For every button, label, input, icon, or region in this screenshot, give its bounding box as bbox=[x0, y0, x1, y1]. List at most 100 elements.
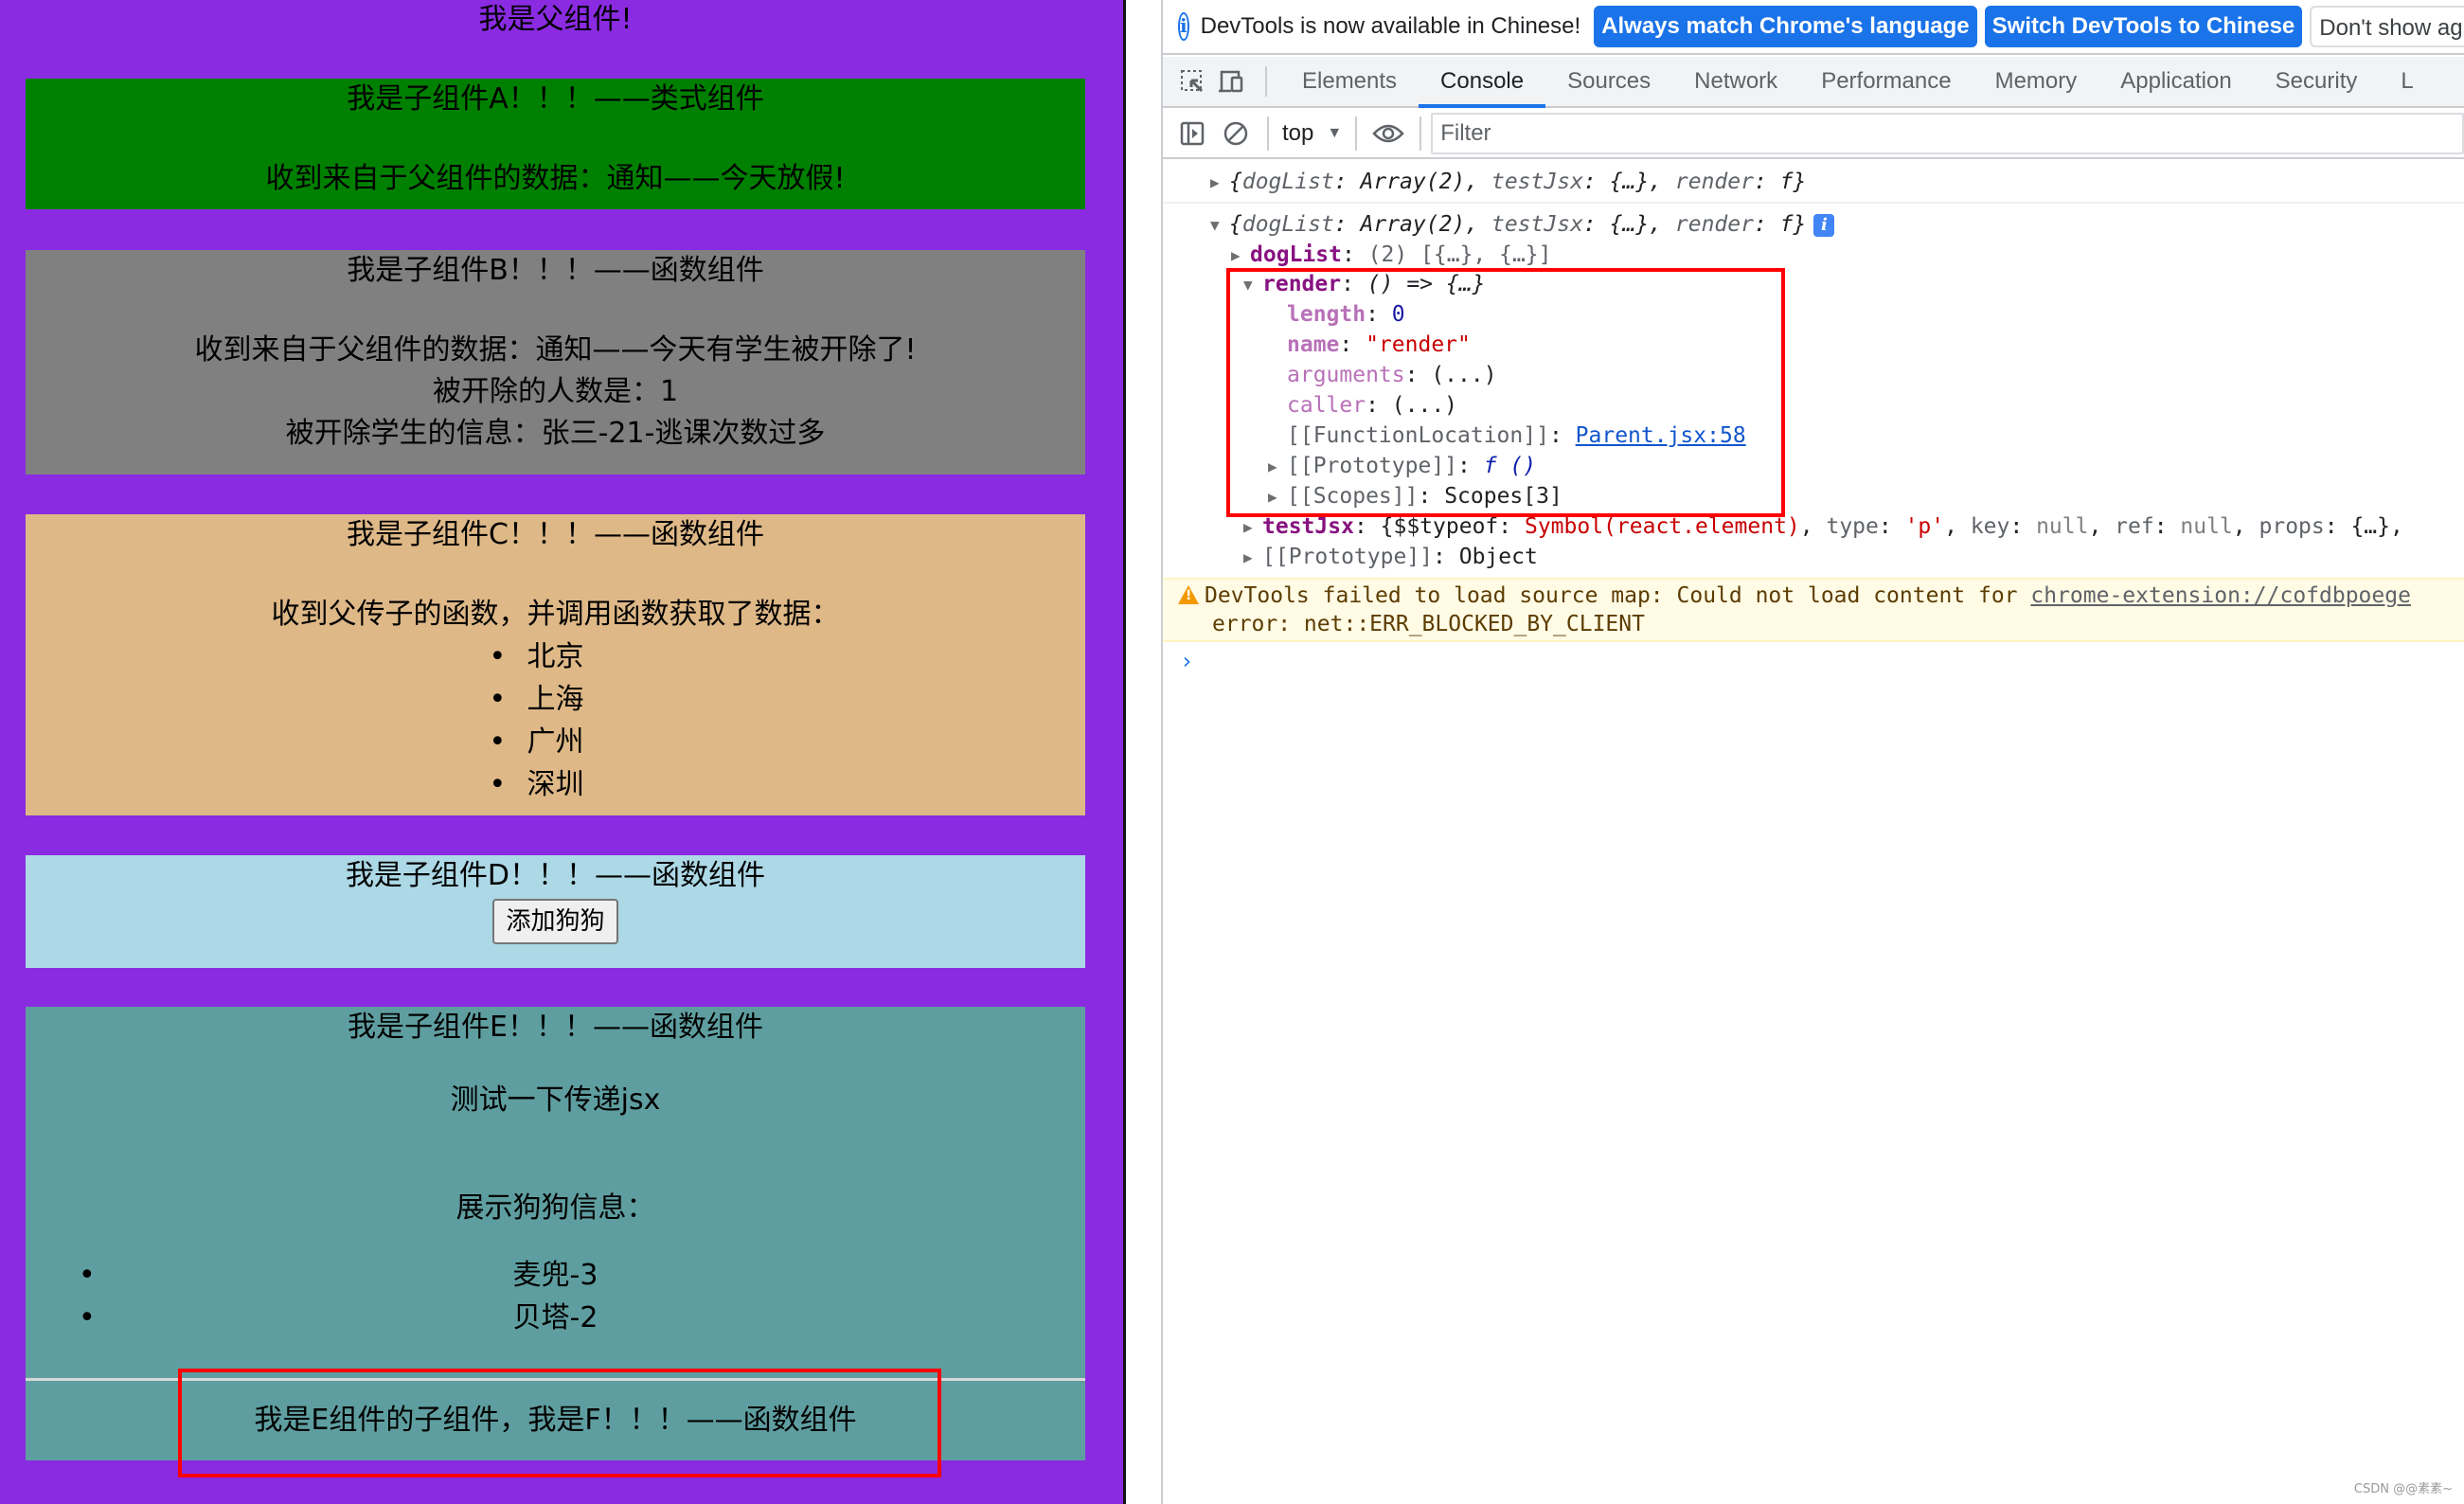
warning-text: DevTools failed to load source map: Coul… bbox=[1205, 583, 2031, 608]
object-key: testJsx bbox=[1491, 212, 1583, 237]
object-value: Array(2) bbox=[1360, 170, 1466, 194]
bullet-icon: • bbox=[489, 683, 507, 716]
child-b-count: 被开除的人数是：1 bbox=[432, 375, 679, 408]
dont-show-again-button[interactable]: Don't show ag bbox=[2310, 6, 2464, 47]
property-prototype-object[interactable]: ▶ [[Prototype]]: Object bbox=[1243, 542, 1538, 572]
object-key: dogList bbox=[1241, 212, 1334, 237]
console-log-row-expanded[interactable]: ▼ {dogList: Array(2), testJsx: {…}, rende… bbox=[1210, 209, 1835, 241]
property-key: length bbox=[1287, 302, 1366, 327]
expand-triangle-icon[interactable]: ▶ bbox=[1243, 543, 1262, 573]
property-value: Scopes[3] bbox=[1444, 484, 1562, 509]
tab-memory[interactable]: Memory bbox=[1973, 57, 2099, 106]
property-doglist[interactable]: ▶ dogList: (2) [{…}, {…}] bbox=[1231, 240, 1552, 270]
infobar-message: DevTools is now available in Chinese! bbox=[1200, 13, 1581, 39]
context-value: top bbox=[1282, 120, 1314, 146]
child-f-title: 我是E组件的子组件，我是F！！！——函数组件 bbox=[254, 1404, 857, 1437]
property-value[interactable]: (...) bbox=[1431, 363, 1496, 387]
property-render[interactable]: ▼ render: () => {…} bbox=[1243, 269, 1485, 299]
warning-line-1: DevTools failed to load source map: Coul… bbox=[1178, 582, 2411, 610]
expand-triangle-icon[interactable]: ▶ bbox=[1231, 241, 1250, 271]
object-value: null bbox=[2036, 514, 2089, 539]
object-value: f bbox=[1779, 170, 1794, 194]
collapse-triangle-icon[interactable]: ▼ bbox=[1210, 210, 1229, 241]
city-item: • 北京 bbox=[26, 636, 1085, 678]
device-toolbar-icon[interactable] bbox=[1212, 57, 1252, 106]
object-key: key bbox=[1970, 514, 2010, 539]
dog-name: 贝塔-2 bbox=[512, 1301, 598, 1334]
property-key: testJsx bbox=[1262, 514, 1354, 539]
expand-triangle-icon[interactable]: ▶ bbox=[1268, 482, 1287, 512]
object-value: {…} bbox=[1609, 212, 1650, 237]
toolbar-separator bbox=[1355, 116, 1358, 151]
brace: { bbox=[1229, 170, 1242, 194]
property-value: f () bbox=[1483, 454, 1537, 478]
property-value: Object bbox=[1458, 545, 1538, 569]
property-length: length: 0 bbox=[1287, 302, 1405, 327]
switch-to-chinese-button[interactable]: Switch DevTools to Chinese bbox=[1984, 6, 2303, 47]
property-arguments[interactable]: arguments: (...) bbox=[1287, 360, 1497, 390]
info-badge-icon[interactable]: i bbox=[1813, 213, 1835, 237]
child-e-title: 我是子组件E！！！——函数组件 bbox=[348, 1011, 763, 1044]
object-key: ref bbox=[2115, 514, 2154, 539]
brace: { bbox=[1229, 212, 1242, 237]
property-scopes[interactable]: ▶ [[Scopes]]: Scopes[3] bbox=[1268, 481, 1562, 511]
console-log-row[interactable]: ▶ {dogList: Array(2), testJsx: {…}, rende… bbox=[1210, 167, 1806, 197]
city-item: • 上海 bbox=[26, 678, 1085, 721]
expand-triangle-icon[interactable]: ▶ bbox=[1268, 452, 1287, 482]
property-testjsx[interactable]: ▶ testJsx: {$$typeof: Symbol(react.elemen… bbox=[1243, 511, 2403, 542]
console-toolbar: top ▼ bbox=[1163, 110, 2464, 159]
sidebar-toggle-icon[interactable] bbox=[1170, 121, 1214, 146]
collapse-triangle-icon[interactable]: ▼ bbox=[1243, 270, 1262, 300]
tab-sources[interactable]: Sources bbox=[1545, 57, 1672, 106]
devtools-panel: i DevTools is now available in Chinese! … bbox=[1161, 0, 2464, 1504]
child-b-title: 我是子组件B！！！——函数组件 bbox=[347, 254, 764, 287]
object-value: {…} bbox=[1609, 170, 1650, 194]
child-b-info: 被开除学生的信息：张三-21-逃课次数过多 bbox=[285, 417, 826, 450]
property-key: render bbox=[1262, 272, 1342, 296]
child-b-message: 收到来自于父组件的数据：通知——今天有学生被开除了! bbox=[194, 333, 917, 367]
toolbar-separator bbox=[1267, 116, 1269, 151]
object-key: render bbox=[1674, 170, 1754, 194]
tab-security[interactable]: Security bbox=[2254, 57, 2380, 106]
object-value: Array(2) bbox=[1360, 212, 1466, 237]
object-value: 'p' bbox=[1904, 514, 1945, 539]
tab-performance[interactable]: Performance bbox=[1799, 57, 1973, 106]
tab-elements[interactable]: Elements bbox=[1280, 57, 1419, 106]
tab-network[interactable]: Network bbox=[1672, 57, 1799, 106]
watermark: CSDN @@素素~ bbox=[2353, 1482, 2453, 1496]
console-prompt-icon[interactable]: › bbox=[1180, 646, 1193, 676]
expand-triangle-icon[interactable]: ▶ bbox=[1210, 168, 1229, 198]
property-prototype-fn[interactable]: ▶ [[Prototype]]: f () bbox=[1268, 451, 1536, 481]
property-value: 0 bbox=[1391, 302, 1405, 327]
dog-name: 麦兜-3 bbox=[512, 1259, 598, 1292]
property-caller[interactable]: caller: (...) bbox=[1287, 390, 1457, 421]
add-dog-button[interactable]: 添加狗狗 bbox=[492, 899, 618, 944]
expand-triangle-icon[interactable]: ▶ bbox=[1243, 512, 1262, 543]
property-key: caller bbox=[1287, 393, 1366, 418]
always-match-language-button[interactable]: Always match Chrome's language bbox=[1594, 6, 1977, 47]
object-key: type bbox=[1826, 514, 1879, 539]
bullet-icon: • bbox=[79, 1301, 96, 1334]
clear-console-icon[interactable] bbox=[1214, 120, 1258, 147]
child-component-e: 我是子组件E！！！——函数组件 测试一下传递jsx 展示狗狗信息： • 麦兜-3 … bbox=[26, 1007, 1085, 1460]
live-expression-eye-icon[interactable] bbox=[1366, 122, 1410, 145]
child-component-f: 我是E组件的子组件，我是F！！！——函数组件 bbox=[26, 1381, 1085, 1460]
inspect-element-icon[interactable] bbox=[1172, 57, 1212, 106]
object-key: props bbox=[2259, 514, 2325, 539]
source-link[interactable]: Parent.jsx:58 bbox=[1576, 423, 1746, 448]
tab-application[interactable]: Application bbox=[2098, 57, 2253, 106]
property-value[interactable]: (...) bbox=[1392, 393, 1457, 418]
info-icon: i bbox=[1178, 12, 1189, 41]
object-value: {…}, bbox=[2350, 514, 2403, 539]
city-name: 广州 bbox=[527, 725, 584, 759]
child-component-d: 我是子组件D！！！——函数组件 添加狗狗 bbox=[26, 855, 1085, 968]
context-selector[interactable]: top ▼ bbox=[1278, 120, 1346, 147]
warning-icon bbox=[1178, 585, 1199, 604]
object-key: testJsx bbox=[1491, 170, 1583, 194]
panel-divider[interactable] bbox=[1123, 0, 1126, 1504]
tab-console[interactable]: Console bbox=[1419, 57, 1546, 108]
tab-lighthouse[interactable]: L bbox=[2379, 57, 2435, 106]
warning-source-link[interactable]: chrome-extension://cofdbpoege bbox=[2030, 583, 2411, 608]
child-component-c: 我是子组件C！！！——函数组件 收到父传子的函数，并调用函数获取了数据： • 北京… bbox=[26, 514, 1085, 815]
console-filter-input[interactable] bbox=[1431, 113, 2464, 154]
